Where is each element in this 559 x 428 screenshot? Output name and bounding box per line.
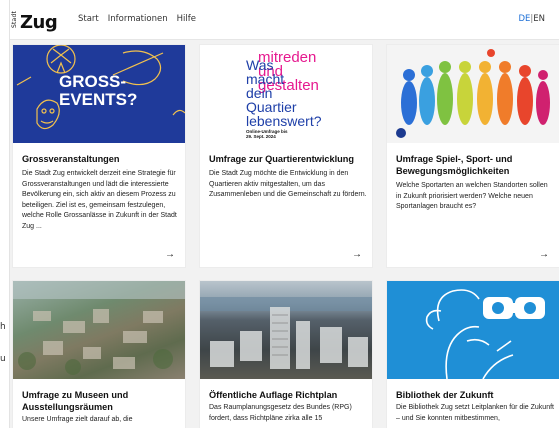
card-text: Die Stadt Zug entwickelt derzeit eine St… <box>22 170 177 230</box>
card-sport-bewegung[interactable]: Umfrage Spiel-, Sport- und Bewegungsmögl… <box>387 45 559 267</box>
nav-start[interactable]: Start <box>78 14 99 24</box>
site-header: Stadt Zug Start Informationen Hilfe DE|E… <box>10 0 559 40</box>
card-quartierentwicklung[interactable]: mitreden und gestalten Was macht dein Qu… <box>200 45 372 267</box>
quartier-image: mitreden und gestalten Was macht dein Qu… <box>200 45 372 143</box>
city-photo-icon <box>200 297 372 369</box>
quartier-poster-small: 29. Sept. 2024 <box>246 134 276 139</box>
card-title: Umfrage zu Museen und Ausstellungsräumen <box>22 390 129 412</box>
quartier-poster-word: lebenswert? <box>246 113 322 129</box>
events-image: GROSS- EVENTS? <box>13 45 185 143</box>
bibliothek-image <box>387 281 559 379</box>
city-aerial-photo <box>200 281 372 379</box>
stadt-zug-logo[interactable]: Stadt Zug <box>11 6 58 36</box>
nav-informationen[interactable]: Informationen <box>108 14 168 24</box>
sport-silhouettes-icon <box>396 49 550 138</box>
sport-image <box>387 45 559 143</box>
logo-zug-text: Zug <box>20 12 58 33</box>
card-grossveranstaltungen[interactable]: GROSS- EVENTS? Grossveranstaltungen Die … <box>13 45 185 267</box>
left-edge-strip: h u <box>0 0 10 428</box>
events-image-text-1: GROSS- <box>59 72 126 91</box>
nav-hilfe[interactable]: Hilfe <box>177 14 196 24</box>
events-illustration-icon: GROSS- EVENTS? <box>16 45 185 130</box>
card-title: Umfrage zur Quartierentwicklung <box>209 154 354 164</box>
lang-de-link[interactable]: DE <box>518 14 530 24</box>
card-text: Welche Sportarten an welchen Standorten … <box>396 182 548 210</box>
card-title: Bibliothek der Zukunft <box>396 390 494 400</box>
card-text: Die Stadt Zug möchte die Entwicklung in … <box>209 170 367 198</box>
card-text: Unsere Umfrage zielt darauf ab, die <box>22 416 133 423</box>
aerial-town-photo <box>13 281 185 379</box>
binoculars-person-icon <box>425 289 545 379</box>
card-title: Grossveranstaltungen <box>22 154 120 164</box>
lang-en-link[interactable]: EN <box>533 14 545 24</box>
card-museen[interactable]: Umfrage zu Museen und Ausstellungsräumen… <box>13 281 185 428</box>
card-richtplan[interactable]: Öffentliche Auflage Richtplan Das Raumpl… <box>200 281 372 428</box>
arrow-right-icon[interactable]: → <box>352 249 362 260</box>
logo-stadt-text: Stadt <box>11 11 18 28</box>
main-nav: Start Informationen Hilfe <box>78 14 196 24</box>
arrow-right-icon[interactable]: → <box>165 249 175 260</box>
aerial-photo-icon <box>13 281 185 375</box>
card-title: Öffentliche Auflage Richtplan <box>209 390 338 400</box>
arrow-right-icon[interactable]: → <box>539 249 549 260</box>
card-title: Umfrage Spiel-, Sport- und Bewegungsmögl… <box>396 154 513 176</box>
events-image-text-2: EVENTS? <box>59 90 137 109</box>
quartier-poster-icon: mitreden und gestalten Was macht dein Qu… <box>246 49 322 139</box>
card-bibliothek[interactable]: Bibliothek der Zukunft Die Bibliothek Zu… <box>387 281 559 428</box>
card-text: Die Bibliothek Zug setzt Leitplanken für… <box>396 404 554 422</box>
language-switcher: DE|EN <box>518 14 545 24</box>
card-text: Das Raumplanungsgesetz des Bundes (RPG) … <box>209 404 352 422</box>
left-fragment-text: u <box>0 354 6 364</box>
left-fragment-text: h <box>0 322 6 332</box>
